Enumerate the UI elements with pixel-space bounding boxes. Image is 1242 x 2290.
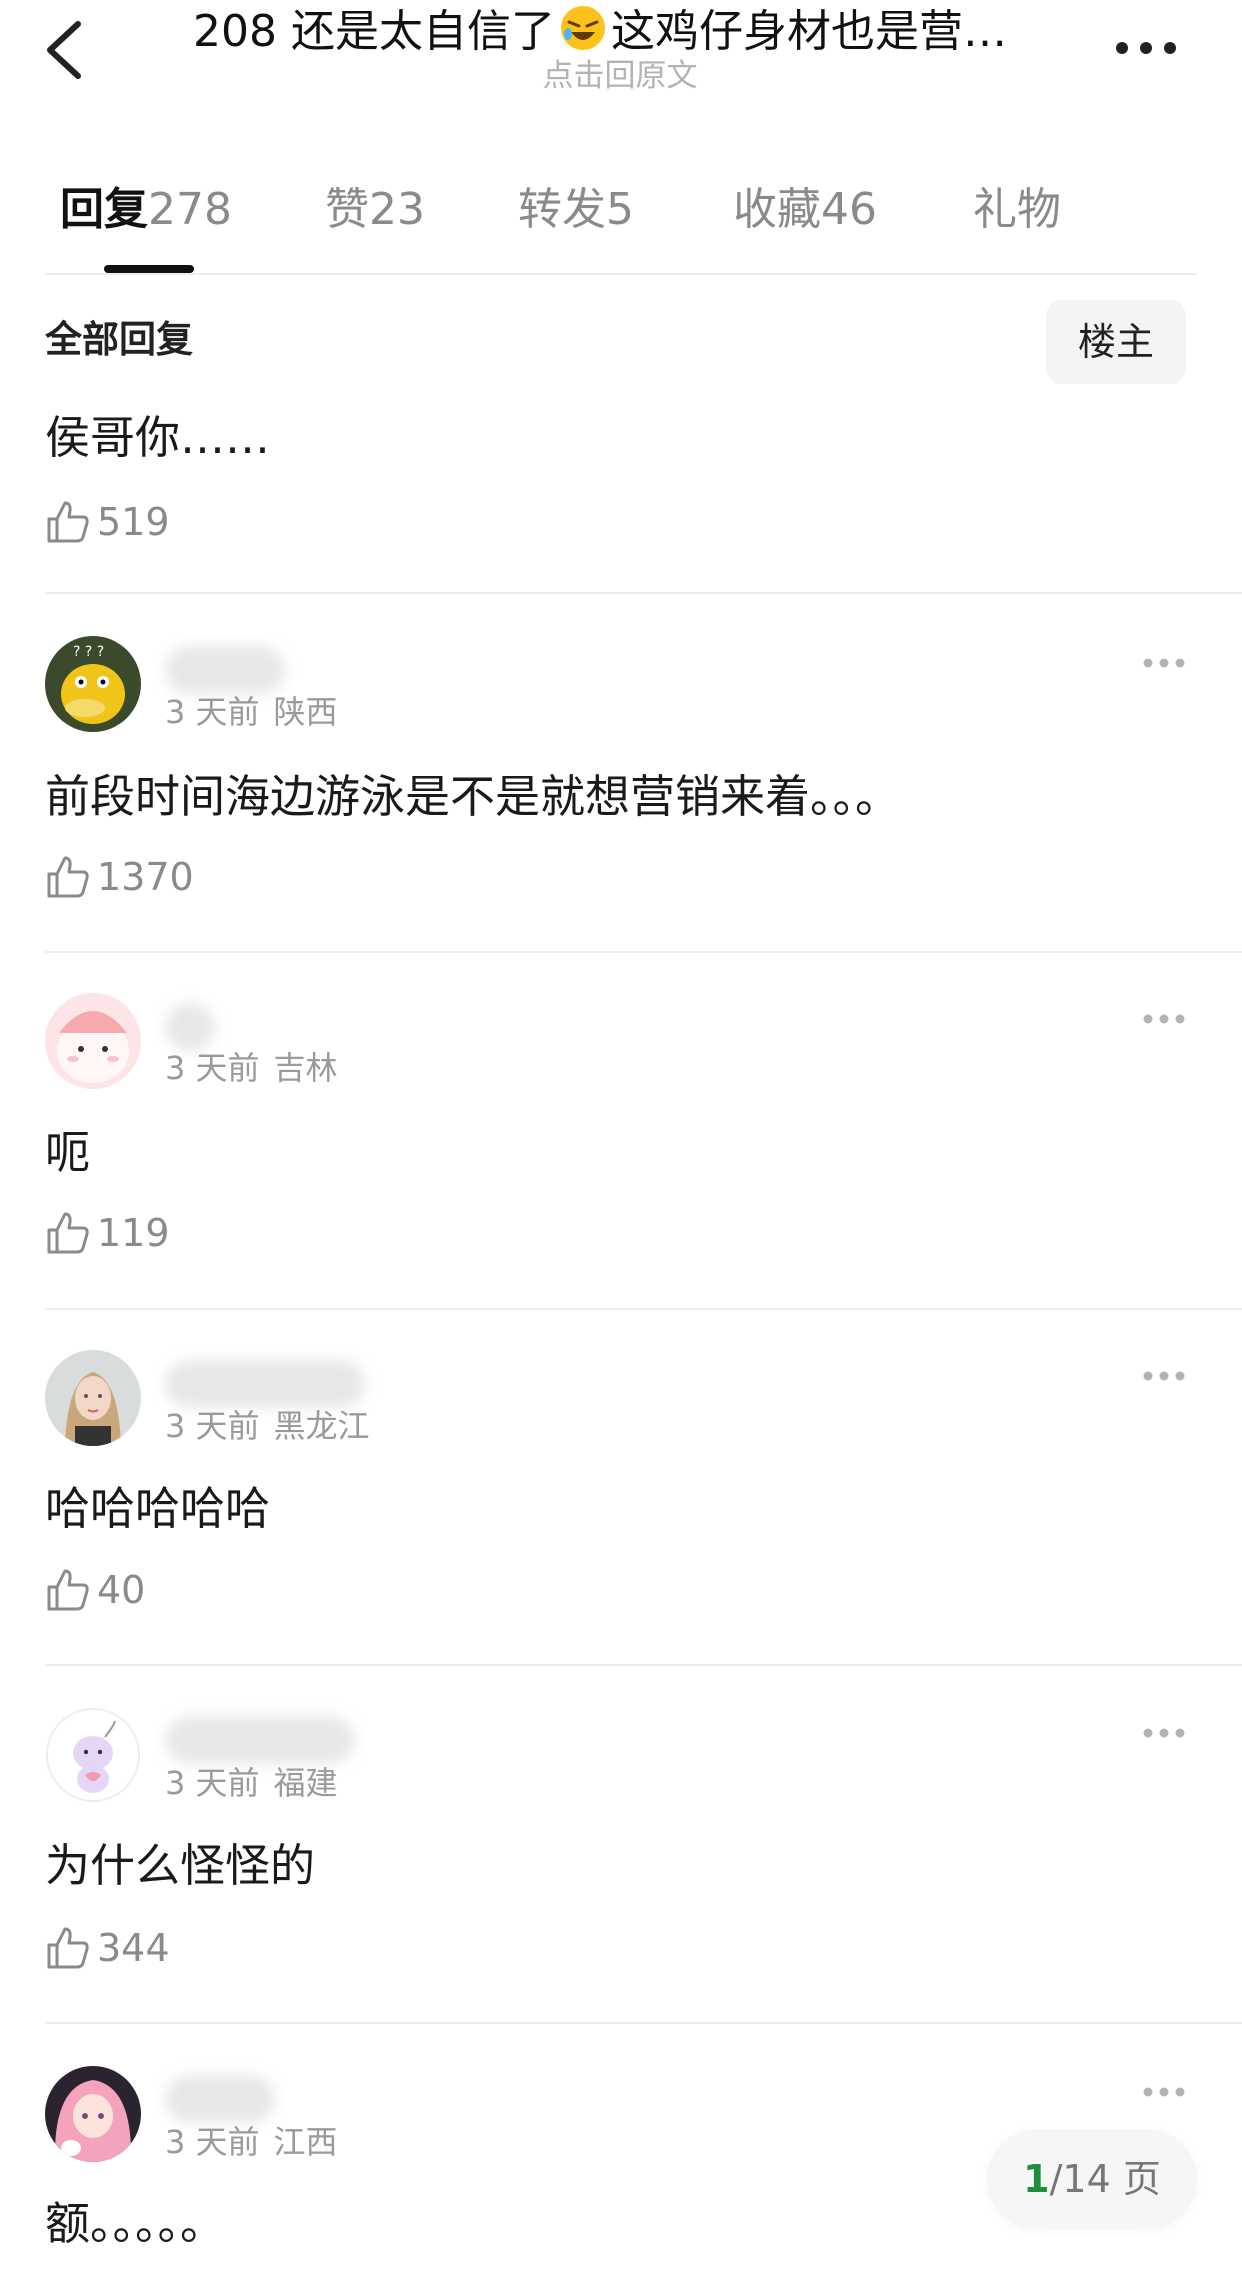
tab-reposts[interactable]: 转发5 xyxy=(518,175,634,245)
more-horizontal-icon[interactable] xyxy=(1140,655,1188,671)
comment-meta: 3 天前 江西 xyxy=(165,2120,338,2164)
pink-hair-anime-avatar-icon xyxy=(45,2066,141,2162)
username[interactable] xyxy=(165,1003,215,1051)
username[interactable] xyxy=(165,1360,365,1408)
pink-cartoon-avatar-icon xyxy=(45,993,141,1089)
post-title: 208 还是太自信了 这鸡仔身材也是营… xyxy=(140,4,1060,56)
like-button[interactable]: 344 xyxy=(45,1923,170,1973)
all-replies-heading: 全部回复 xyxy=(45,318,193,361)
tab-label: 礼物 xyxy=(973,184,1061,235)
comment-divider xyxy=(45,2022,1242,2024)
back-button[interactable] xyxy=(38,16,94,84)
tab-label: 转发 xyxy=(518,184,606,235)
comment-meta: 3 天前 吉林 xyxy=(165,1046,338,1090)
more-horizontal-icon[interactable] xyxy=(1140,1368,1188,1384)
more-horizontal-icon[interactable] xyxy=(1140,1011,1188,1027)
like-button[interactable]: 119 xyxy=(45,1208,170,1258)
username[interactable] xyxy=(165,2075,275,2123)
avatar[interactable] xyxy=(45,2066,141,2162)
thumbs-up-icon xyxy=(47,501,89,543)
avatar[interactable]: ? ? ? xyxy=(45,636,141,732)
comment-meta: 3 天前 黑龙江 xyxy=(165,1404,370,1448)
more-horizontal-icon xyxy=(1116,42,1176,54)
comment-divider xyxy=(45,592,1242,594)
title-text-after: 这鸡仔身材也是营… xyxy=(610,6,1007,56)
tab-label: 收藏 xyxy=(733,184,821,235)
comment-text: 额。。。。。 xyxy=(45,2197,226,2250)
like-count: 519 xyxy=(97,500,170,544)
comment-text: 哈哈哈哈哈 xyxy=(45,1482,271,1535)
avatar[interactable] xyxy=(45,993,141,1089)
interaction-tabs: 回复278 赞23 转发5 收藏46 礼物 xyxy=(0,175,1242,273)
like-count: 1370 xyxy=(97,855,194,899)
comment-text: 侯哥你…… xyxy=(45,411,271,464)
tab-gifts[interactable]: 礼物 xyxy=(973,175,1061,245)
comment-time: 3 天前 xyxy=(165,1764,260,1802)
more-horizontal-icon[interactable] xyxy=(1140,1725,1188,1741)
tab-count: 278 xyxy=(148,184,232,235)
like-count: 344 xyxy=(97,1926,170,1970)
purple-cartoon-avatar-icon xyxy=(45,1707,141,1803)
yellow-duck-avatar-icon: ? ? ? xyxy=(45,636,141,732)
chevron-left-icon xyxy=(47,21,81,79)
avatar[interactable] xyxy=(45,1350,141,1446)
thumbs-up-icon xyxy=(47,1569,89,1611)
comment-text: 呃 xyxy=(45,1126,91,1179)
comment-divider xyxy=(45,1664,1242,1666)
tab-count: 23 xyxy=(369,184,425,235)
title-text-before: 208 还是太自信了 xyxy=(193,6,555,56)
comment-meta: 3 天前 福建 xyxy=(165,1761,338,1805)
comment-divider xyxy=(45,1308,1242,1310)
more-horizontal-icon[interactable] xyxy=(1140,2084,1188,2100)
tabs-divider xyxy=(45,273,1197,275)
svg-text:? ? ?: ? ? ? xyxy=(73,644,104,660)
like-count: 119 xyxy=(97,1211,170,1255)
like-button[interactable]: 519 xyxy=(45,497,170,547)
comment-text: 前段时间海边游泳是不是就想营销来着。。。 xyxy=(45,770,901,823)
username[interactable] xyxy=(165,646,285,694)
comment-location: 吉林 xyxy=(273,1049,338,1087)
username[interactable] xyxy=(165,1716,355,1764)
tab-replies[interactable]: 回复278 xyxy=(60,175,232,245)
thumbs-up-icon xyxy=(47,856,89,898)
total-pages: /14 页 xyxy=(1049,2157,1161,2201)
avatar[interactable] xyxy=(45,1707,141,1803)
tab-count: 5 xyxy=(606,184,634,235)
back-to-original-link[interactable]: 点击回原文 xyxy=(400,56,840,96)
comment-time: 3 天前 xyxy=(165,1407,260,1445)
tab-label: 赞 xyxy=(325,184,369,235)
comment-time: 3 天前 xyxy=(165,2123,260,2161)
current-page: 1 xyxy=(1023,2157,1050,2201)
tab-label: 回复 xyxy=(60,184,148,235)
comment-meta: 3 天前 陕西 xyxy=(165,690,338,734)
like-count: 40 xyxy=(97,1568,146,1612)
comment-text: 为什么怪怪的 xyxy=(45,1839,316,1892)
tab-count: 46 xyxy=(821,184,877,235)
comment-location: 江西 xyxy=(273,2123,338,2161)
owner-filter-button[interactable]: 楼主 xyxy=(1046,300,1186,384)
thumbs-up-icon xyxy=(47,1927,89,1969)
tab-favorites[interactable]: 收藏46 xyxy=(733,175,877,245)
comment-time: 3 天前 xyxy=(165,1049,260,1087)
like-button[interactable]: 40 xyxy=(45,1565,145,1615)
comment-divider xyxy=(45,951,1242,953)
woman-portrait-avatar-icon xyxy=(45,1350,141,1446)
more-options-button[interactable] xyxy=(1110,30,1182,66)
comment-time: 3 天前 xyxy=(165,693,260,731)
rolling-on-floor-laughing-emoji-icon xyxy=(560,6,605,50)
active-tab-indicator xyxy=(104,265,194,273)
comment-page: 208 还是太自信了 这鸡仔身材也是营… 点击回原文 回复278 赞23 转发5 xyxy=(0,0,1242,2290)
comment-location: 陕西 xyxy=(273,693,338,731)
top-bar: 208 还是太自信了 这鸡仔身材也是营… 点击回原文 xyxy=(0,0,1242,110)
tab-likes[interactable]: 赞23 xyxy=(325,175,425,245)
like-button[interactable]: 1370 xyxy=(45,852,194,902)
page-indicator[interactable]: 1/14 页 xyxy=(987,2129,1197,2229)
comment-location: 福建 xyxy=(273,1764,338,1802)
comment-location: 黑龙江 xyxy=(273,1407,370,1445)
thumbs-up-icon xyxy=(47,1212,89,1254)
